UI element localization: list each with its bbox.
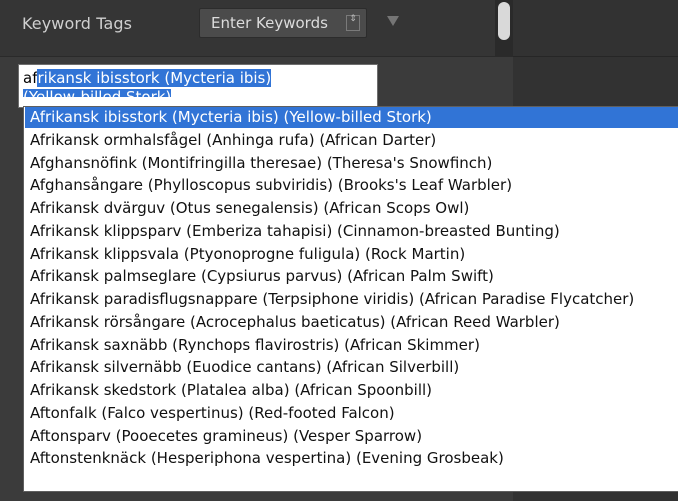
suggestion-item[interactable]: Afrikansk ormhalsfågel (Anhinga rufa) (A… bbox=[25, 130, 678, 151]
suggestion-item[interactable]: Afrikansk paradisflugsnappare (Terpsipho… bbox=[25, 289, 678, 310]
updown-stepper-icon[interactable]: ⇕ bbox=[346, 15, 360, 31]
autocomplete-selection-line2: (Yellow-billed Stork) bbox=[23, 89, 172, 97]
right-panel-divider bbox=[513, 56, 678, 57]
autocomplete-selection: rikansk ibisstork (Mycteria ibis) bbox=[37, 69, 272, 87]
suggestion-item[interactable]: Afrikansk saxnäbb (Rynchops flavirostris… bbox=[25, 335, 678, 356]
suggestion-item[interactable]: Afrikansk klippsparv (Emberiza tahapisi)… bbox=[25, 221, 678, 242]
panel-bottom-strip bbox=[0, 492, 513, 501]
keyword-entry-field[interactable]: afrikansk ibisstork (Mycteria ibis) (Yel… bbox=[18, 64, 378, 108]
suggestion-item[interactable]: Afrikansk ibisstork (Mycteria ibis) (Yel… bbox=[25, 107, 678, 128]
suggestion-item[interactable]: Afrikansk dvärguv (Otus senegalensis) (A… bbox=[25, 198, 678, 219]
keyword-entry-text: afrikansk ibisstork (Mycteria ibis) bbox=[23, 69, 272, 88]
keyword-tags-label: Keyword Tags bbox=[22, 14, 133, 33]
suggestion-item[interactable]: Aftonsparv (Pooecetes gramineus) (Vesper… bbox=[25, 426, 678, 447]
autocomplete-suggestions-list: Afrikansk ibisstork (Mycteria ibis) (Yel… bbox=[23, 106, 678, 492]
suggestion-item[interactable]: Afghansångare (Phylloscopus subviridis) … bbox=[25, 175, 678, 196]
keyword-mode-value: Enter Keywords bbox=[211, 14, 328, 32]
suggestion-item[interactable]: Afghansnöfink (Montifringilla theresae) … bbox=[25, 153, 678, 174]
suggestion-item[interactable]: Afrikansk silvernäbb (Euodice cantans) (… bbox=[25, 357, 678, 378]
suggestion-item[interactable]: Aftonstenknäck (Hesperiphona vespertina)… bbox=[25, 448, 678, 469]
suggestion-item[interactable]: Afrikansk klippsvala (Ptyonoprogne fulig… bbox=[25, 244, 678, 265]
panel-scrollbar[interactable] bbox=[495, 0, 513, 56]
triangle-down-icon[interactable] bbox=[387, 16, 399, 26]
keyword-entry-overflow-line: (Yellow-billed Stork) bbox=[23, 89, 172, 97]
suggestion-item[interactable]: Aftonfalk (Falco vespertinus) (Red-foote… bbox=[25, 403, 678, 424]
suggestion-item[interactable]: Afrikansk rörsångare (Acrocephalus baeti… bbox=[25, 312, 678, 333]
typed-text: af bbox=[23, 69, 38, 87]
suggestion-item[interactable]: Afrikansk skedstork (Platalea alba) (Afr… bbox=[25, 380, 678, 401]
keyword-mode-select[interactable]: Enter Keywords ⇕ bbox=[199, 8, 367, 38]
panel-scrollbar-thumb[interactable] bbox=[498, 2, 510, 40]
suggestion-item[interactable]: Afrikansk palmseglare (Cypsiurus parvus)… bbox=[25, 266, 678, 287]
